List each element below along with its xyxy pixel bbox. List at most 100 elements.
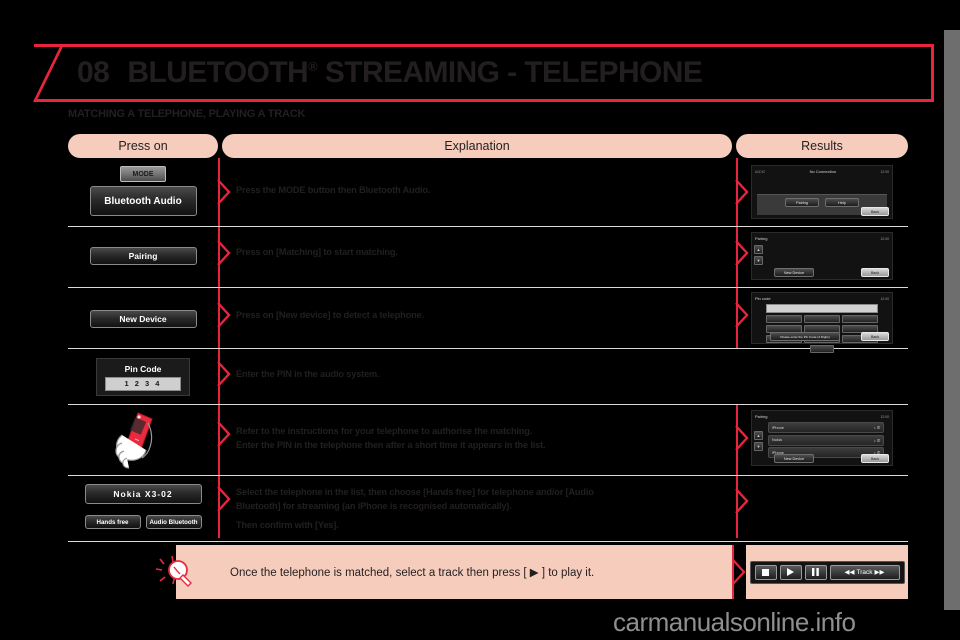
screen-status-bar: Pin code 12:00 [752, 293, 892, 303]
pairing-button[interactable]: Pairing [89, 247, 197, 265]
chevron-right-icon [217, 302, 231, 328]
watermark: carmanualsonline.info [613, 607, 856, 637]
screen-status-bar: Pairing 12:00 [752, 233, 892, 243]
screen-title: Pairing [755, 236, 768, 241]
keypad-key[interactable] [766, 315, 802, 323]
scroll-down-icon[interactable]: ▼ [754, 256, 763, 265]
screen-pairing-button[interactable]: Pairing [785, 198, 819, 207]
tip-note-text: Once the telephone is matched, select a … [230, 567, 595, 579]
row-divider-line [217, 405, 231, 475]
mode-button[interactable]: MODE [120, 166, 166, 182]
note-divider [732, 545, 746, 599]
screen-back-button[interactable]: Back [861, 207, 889, 216]
pause-button[interactable] [804, 564, 827, 580]
press-on-cell: MODE Bluetooth Audio [68, 158, 218, 226]
result-screen-thumbnail: Pairing 12:00 ▲ ▼ New Device Back [751, 232, 893, 280]
device-icons[interactable]: ♪ ✆ [874, 438, 880, 443]
screen-title: Pairing [755, 414, 768, 419]
screen-clock: 12:00 [880, 414, 890, 419]
row-divider-line [217, 227, 231, 287]
nokia-device-button[interactable]: Nokia X3-02 [84, 484, 202, 504]
audio-bluetooth-button[interactable]: Audio Bluetooth [145, 515, 202, 529]
screen-new-device-button[interactable]: New Device [774, 268, 814, 277]
stop-button[interactable] [754, 564, 777, 580]
screen-title: Pin code [755, 296, 771, 301]
press-on-cell: Pin Code 1 2 3 4 [68, 349, 218, 404]
explanation-line: Enter the PIN in the telephone then afte… [236, 439, 546, 450]
device-list-item[interactable]: Nokia ♪ ✆ [768, 434, 884, 446]
table-row: Pairing Press on [Matching] to start mat… [68, 227, 908, 288]
page-title: BLUETOOTH® STREAMING - TELEPHONE [127, 58, 702, 88]
results-cell [735, 476, 908, 538]
screen-back-button[interactable]: Back [861, 332, 889, 341]
track-label: Track [856, 568, 873, 576]
screen-title: No Connection [809, 169, 837, 174]
chevron-right-icon [217, 361, 231, 387]
table-row: Refer to the instructions for your telep… [68, 405, 908, 476]
next-track-icon[interactable]: ▶▶ [875, 568, 885, 576]
column-header-press-on: Press on [68, 134, 218, 158]
press-on-cell [68, 405, 218, 475]
pin-entry-field[interactable] [766, 304, 878, 313]
screen-help-button[interactable]: Help [825, 198, 859, 207]
row-divider-line [735, 288, 749, 348]
press-on-cell: Pairing [68, 227, 218, 287]
explanation-cell: Refer to the instructions for your telep… [217, 405, 736, 475]
table-bottom-rule [68, 541, 908, 542]
track-button[interactable]: ◀◀ Track ▶▶ [829, 564, 900, 580]
bluetooth-audio-button[interactable]: Bluetooth Audio [89, 186, 197, 216]
hands-free-button[interactable]: Hands free [84, 515, 141, 529]
procedure-table: Press on Explanation Results MODE Blueto… [68, 134, 908, 542]
screen-clock: 12:00 [880, 236, 890, 241]
device-icons[interactable]: ♪ ✆ [874, 425, 880, 430]
table-header-row: Press on Explanation Results [68, 134, 908, 158]
hand-holding-phone-icon [108, 409, 178, 471]
scroll-up-icon[interactable]: ▲ [754, 431, 763, 440]
column-header-results: Results [736, 134, 908, 158]
page-title-main: BLUETOOTH [127, 56, 309, 89]
screen-new-device-button[interactable]: New Device [774, 454, 814, 463]
chevron-right-icon [735, 179, 749, 205]
screen-back-button[interactable]: Back [861, 454, 889, 463]
table-row: Nokia X3-02 Hands free Audio Bluetooth S… [68, 476, 908, 538]
row-divider-line [735, 476, 749, 538]
new-device-button[interactable]: New Device [89, 310, 197, 328]
pin-code-display[interactable]: Pin Code 1 2 3 4 [96, 358, 190, 396]
press-on-cell: Nokia X3-02 Hands free Audio Bluetooth [68, 476, 218, 538]
press-on-cell: New Device [68, 288, 218, 348]
play-button[interactable] [779, 564, 802, 580]
keypad-key[interactable] [804, 315, 840, 323]
explanation-line: Bluetooth] for streaming (an iPhone is r… [236, 500, 512, 511]
registered-mark-icon: ® [308, 59, 318, 74]
device-list-item[interactable]: iPhone ♪ ✆ [768, 422, 884, 433]
explanation-line: Press on [New device] to detect a teleph… [236, 310, 424, 320]
page-header: 08 BLUETOOTH® STREAMING - TELEPHONE [34, 44, 934, 102]
header-bar: 08 BLUETOOTH® STREAMING - TELEPHONE [34, 44, 934, 102]
chevron-right-icon [217, 240, 231, 266]
tip-note: Once the telephone is matched, select a … [155, 545, 732, 599]
explanation-cell: Press on [Matching] to start matching. [217, 227, 736, 287]
result-screen-thumbnail: Pairing 12:00 iPhone ♪ ✆ Nokia ♪ ✆ iPhon… [751, 410, 893, 466]
row-divider-line [735, 227, 749, 287]
manual-page: 08 BLUETOOTH® STREAMING - TELEPHONE MATC… [0, 0, 940, 640]
screen-clock: 12:00 [880, 169, 889, 174]
results-cell: Pin code 12:00 Please enter the Pin Code… [735, 288, 908, 353]
scroll-down-icon[interactable]: ▼ [754, 442, 763, 451]
media-controls: ◀◀ Track ▶▶ [749, 560, 905, 584]
explanation-line: Select the telephone in the list, then c… [236, 487, 594, 497]
scroll-up-icon[interactable]: ▲ [754, 245, 763, 254]
screen-back-button[interactable]: Back [861, 268, 889, 277]
results-cell: AUDIO No Connection 12:00 Pairing Help B… [735, 158, 908, 226]
explanation-line: Enter the PIN in the audio system. [236, 369, 380, 379]
screen-scroll-arrows[interactable]: ▲ ▼ [754, 431, 763, 451]
explanation-line: Then confirm with [Yes]. [236, 519, 339, 530]
chapter-number: 08 [77, 56, 110, 89]
result-screen-thumbnail: Pin code 12:00 Please enter the Pin Code… [751, 292, 893, 353]
profile-buttons: Hands free Audio Bluetooth [68, 515, 218, 529]
screen-logo: AUDIO [755, 169, 766, 174]
device-name: iPhone [772, 425, 784, 430]
explanation-cell: Select the telephone in the list, then c… [217, 476, 736, 538]
keypad-key[interactable] [842, 315, 878, 323]
prev-track-icon[interactable]: ◀◀ [844, 568, 854, 576]
screen-scroll-arrows[interactable]: ▲ ▼ [754, 245, 763, 265]
